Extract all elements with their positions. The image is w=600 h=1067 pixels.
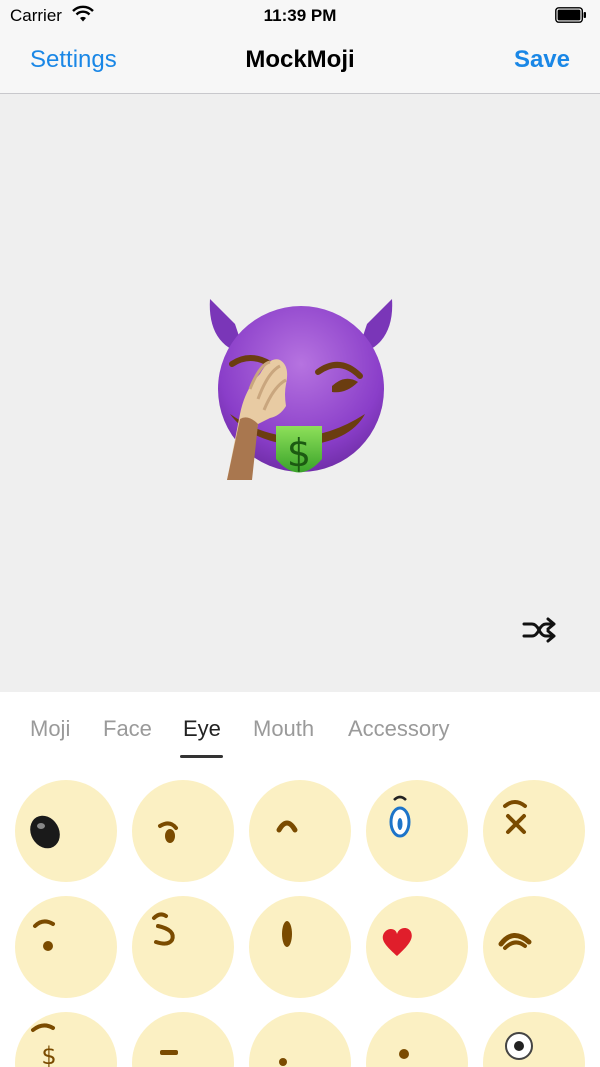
tab-moji[interactable]: Moji [30, 716, 70, 742]
squint-eye-icon [498, 933, 532, 950]
save-button[interactable]: Save [514, 46, 570, 74]
shuffle-icon[interactable] [522, 616, 556, 646]
page-title: MockMoji [245, 46, 355, 73]
status-bar: Carrier 11:39 PM [0, 0, 600, 32]
devil-facepalm-money-emoji-icon: $ [209, 299, 393, 480]
svg-text:$: $ [41, 1042, 56, 1067]
x-eye-icon [503, 800, 527, 834]
dollar-eye-icon: $ [31, 1023, 57, 1067]
tab-face[interactable]: Face [103, 716, 152, 742]
tab-mouth[interactable]: Mouth [253, 716, 314, 742]
eye-option[interactable] [132, 896, 234, 998]
eye-option[interactable] [132, 1012, 234, 1067]
svg-text:$: $ [287, 431, 311, 475]
black-oval-eye-icon [30, 815, 60, 849]
status-time: 11:39 PM [263, 6, 337, 25]
eye-option[interactable] [366, 1012, 468, 1067]
blue-eye-icon [389, 795, 411, 838]
small-dot-eye-icon [33, 919, 55, 951]
eye-option[interactable] [249, 896, 351, 998]
selected-tab-indicator [180, 755, 223, 758]
eye-option[interactable]: $ [15, 1012, 117, 1067]
white-ring-eye-icon [505, 1032, 533, 1060]
sideways-eye-icon [152, 912, 175, 946]
dot-eye-icon [399, 1049, 409, 1059]
heart-eye-icon [382, 928, 412, 956]
eye-option[interactable] [366, 780, 468, 882]
navigation-bar: Settings MockMoji Save [0, 32, 600, 94]
category-tabs: Moji Face Eye Mouth Accessory [0, 692, 600, 762]
tiny-dot-eye-icon [279, 1058, 287, 1066]
vertical-oval-eye-icon [282, 921, 292, 947]
eye-option[interactable] [249, 780, 351, 882]
battery-icon [555, 7, 586, 23]
emoji-preview-area: $ [0, 94, 600, 692]
raised-brow-eye-icon [276, 820, 298, 833]
tab-eye[interactable]: Eye [183, 716, 221, 742]
eye-option[interactable] [15, 896, 117, 998]
tab-accessory[interactable]: Accessory [348, 716, 449, 742]
eye-option[interactable] [15, 780, 117, 882]
eye-options-grid: $ [0, 765, 600, 1067]
eye-option[interactable] [132, 780, 234, 882]
eye-option[interactable] [483, 896, 585, 998]
winking-eye-icon [158, 821, 178, 843]
eye-option[interactable] [483, 1012, 585, 1067]
eye-option[interactable] [249, 1012, 351, 1067]
dash-eye-icon [160, 1050, 178, 1055]
eye-option[interactable] [366, 896, 468, 998]
eye-option[interactable] [483, 780, 585, 882]
